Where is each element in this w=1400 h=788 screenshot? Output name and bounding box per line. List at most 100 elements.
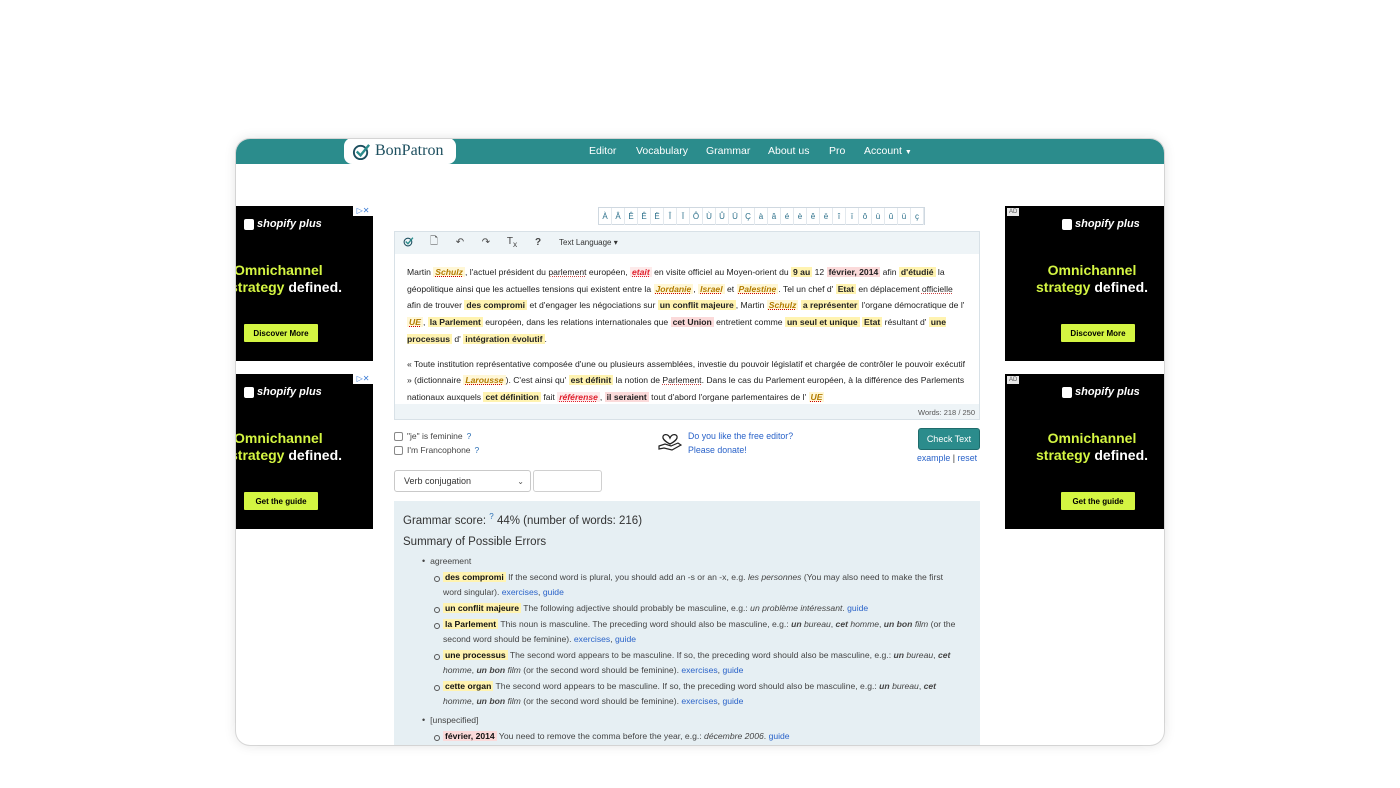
paragraph-1: Martin Schulz, l'actuel président du par…: [407, 267, 965, 344]
exercises-link[interactable]: exercises: [502, 587, 538, 597]
accent-char-button[interactable]: î: [833, 208, 846, 225]
accent-char-button[interactable]: Ï: [677, 208, 690, 225]
check-text-button[interactable]: Check Text: [918, 428, 980, 450]
ad-button[interactable]: Discover More: [1061, 324, 1135, 342]
ad-headline: Omnichannelstrategy defined.: [236, 430, 342, 464]
guide-link[interactable]: guide: [615, 634, 636, 644]
example-link[interactable]: example: [917, 453, 950, 463]
verb-input[interactable]: [533, 470, 602, 492]
word-count: Words: 218 / 250: [918, 408, 975, 417]
accent-char-button[interactable]: Ê: [625, 208, 638, 225]
error-word[interactable]: des compromi: [443, 571, 506, 582]
ad-close-icon[interactable]: ▷✕: [353, 206, 373, 216]
reset-link[interactable]: reset: [957, 453, 977, 463]
redo-icon[interactable]: ↷: [473, 237, 499, 248]
help-icon[interactable]: ?: [525, 237, 551, 248]
exercises-link[interactable]: exercises: [681, 665, 717, 675]
error-word[interactable]: cette organ: [443, 680, 494, 691]
new-document-icon[interactable]: 🗋: [421, 234, 447, 251]
feminine-checkbox-row[interactable]: "je" is feminine ?: [394, 431, 471, 441]
accent-char-button[interactable]: ê: [807, 208, 820, 225]
error-item: la Parlement This noun is masculine. The…: [434, 617, 971, 647]
guide-link[interactable]: guide: [543, 587, 564, 597]
ad-label: AD: [1007, 208, 1020, 216]
nav-account[interactable]: Account ▼: [864, 145, 912, 157]
ad-left-top[interactable]: ▷✕ shopify plus Omnichannelstrategy defi…: [236, 206, 373, 361]
ad-brand-text: shopify plus: [1075, 218, 1140, 230]
ad-line2b: defined.: [1094, 447, 1149, 463]
donate-line2[interactable]: Please donate!: [688, 445, 747, 455]
francophone-checkbox[interactable]: [394, 445, 403, 455]
feminine-checkbox[interactable]: [394, 431, 403, 441]
accent-char-button[interactable]: À: [599, 208, 612, 225]
accent-char-button[interactable]: ï: [846, 208, 859, 225]
accent-char-button[interactable]: é: [781, 208, 794, 225]
error-word[interactable]: février, 2014: [443, 730, 497, 741]
error-word[interactable]: la Parlement: [443, 618, 499, 629]
accent-char-button[interactable]: Î: [664, 208, 677, 225]
guide-link[interactable]: guide: [769, 731, 790, 741]
category-label: agreement: [430, 555, 472, 566]
error-word[interactable]: une processus: [443, 649, 508, 660]
accent-char-button[interactable]: Ë: [651, 208, 664, 225]
guide-link[interactable]: guide: [722, 696, 743, 706]
feminine-help[interactable]: ?: [467, 431, 472, 441]
ad-button[interactable]: Get the guide: [1061, 492, 1135, 510]
nav-pro[interactable]: Pro: [829, 145, 845, 157]
accent-char-button[interactable]: ù: [872, 208, 885, 225]
ad-left-bottom[interactable]: ▷✕ shopify plus Omnichannelstrategy defi…: [236, 374, 373, 529]
accent-char-button[interactable]: à: [755, 208, 768, 225]
ad-line2b: defined.: [1094, 279, 1149, 295]
accent-char-button[interactable]: Ù: [703, 208, 716, 225]
ad-line2a: strategy: [236, 447, 285, 463]
accent-char-button[interactable]: ü: [898, 208, 911, 225]
nav-grammar[interactable]: Grammar: [706, 145, 750, 157]
exercises-link[interactable]: exercises: [574, 634, 610, 644]
accent-char-bar: ÀÂÊÊËÎÏÔÙÛÜÇàâéèêëîïôùûüç: [598, 207, 925, 225]
exercises-link[interactable]: exercises: [681, 696, 717, 706]
ad-right-top[interactable]: AD shopify plus Omnichannel strategy defi…: [1005, 206, 1164, 361]
score-value: 44% (number of words: 216): [496, 514, 643, 527]
clear-formatting-icon[interactable]: Tx: [499, 236, 525, 249]
ad-button[interactable]: Discover More: [244, 324, 318, 342]
ad-brand: shopify plus: [1062, 218, 1140, 230]
ad-right-bottom[interactable]: AD shopify plus Omnichannel strategy defi…: [1005, 374, 1164, 529]
accent-char-button[interactable]: Ê: [638, 208, 651, 225]
paragraph-2: « Toute institution représentative compo…: [407, 358, 966, 402]
donate-line1[interactable]: Do you like the free editor?: [688, 431, 793, 441]
ad-label: AD: [1007, 376, 1020, 384]
nav-about-us[interactable]: About us: [768, 145, 809, 157]
accent-char-button[interactable]: ô: [859, 208, 872, 225]
ad-line2b: defined.: [288, 447, 343, 463]
accent-char-button[interactable]: ç: [911, 208, 924, 225]
editor-textarea[interactable]: Martin Schulz, l'actuel président du par…: [395, 254, 979, 404]
accent-char-button[interactable]: û: [885, 208, 898, 225]
accent-char-button[interactable]: Ç: [742, 208, 755, 225]
nav-vocabulary[interactable]: Vocabulary: [636, 145, 688, 157]
francophone-help[interactable]: ?: [475, 445, 480, 455]
accent-char-button[interactable]: Ô: [690, 208, 703, 225]
donate-block[interactable]: Do you like the free editor? Please donat…: [658, 429, 793, 457]
accent-char-button[interactable]: â: [768, 208, 781, 225]
undo-icon[interactable]: ↶: [447, 237, 473, 248]
francophone-checkbox-row[interactable]: I'm Francophone ?: [394, 445, 479, 455]
accent-char-button[interactable]: ë: [820, 208, 833, 225]
accent-char-button[interactable]: è: [794, 208, 807, 225]
error-word[interactable]: un conflit majeure: [443, 602, 522, 613]
donate-text: Do you like the free editor? Please donat…: [688, 429, 793, 457]
ad-line1: Omnichannel: [236, 262, 323, 278]
accent-char-button[interactable]: Ü: [729, 208, 742, 225]
accent-char-button[interactable]: Û: [716, 208, 729, 225]
guide-link[interactable]: guide: [847, 603, 868, 613]
ad-button[interactable]: Get the guide: [244, 492, 318, 510]
nav-editor[interactable]: Editor: [589, 145, 616, 157]
score-help[interactable]: ?: [489, 512, 493, 521]
ad-close-icon[interactable]: ▷✕: [353, 374, 373, 384]
verb-conjugation-select[interactable]: Verb conjugation ⌄: [394, 470, 531, 492]
check-icon[interactable]: [395, 236, 421, 250]
guide-link[interactable]: guide: [722, 665, 743, 675]
accent-char-button[interactable]: Â: [612, 208, 625, 225]
feminine-label: "je" is feminine: [407, 431, 463, 441]
logo[interactable]: BonPatron: [344, 139, 456, 164]
text-language-dropdown[interactable]: Text Language ▾: [559, 238, 618, 247]
